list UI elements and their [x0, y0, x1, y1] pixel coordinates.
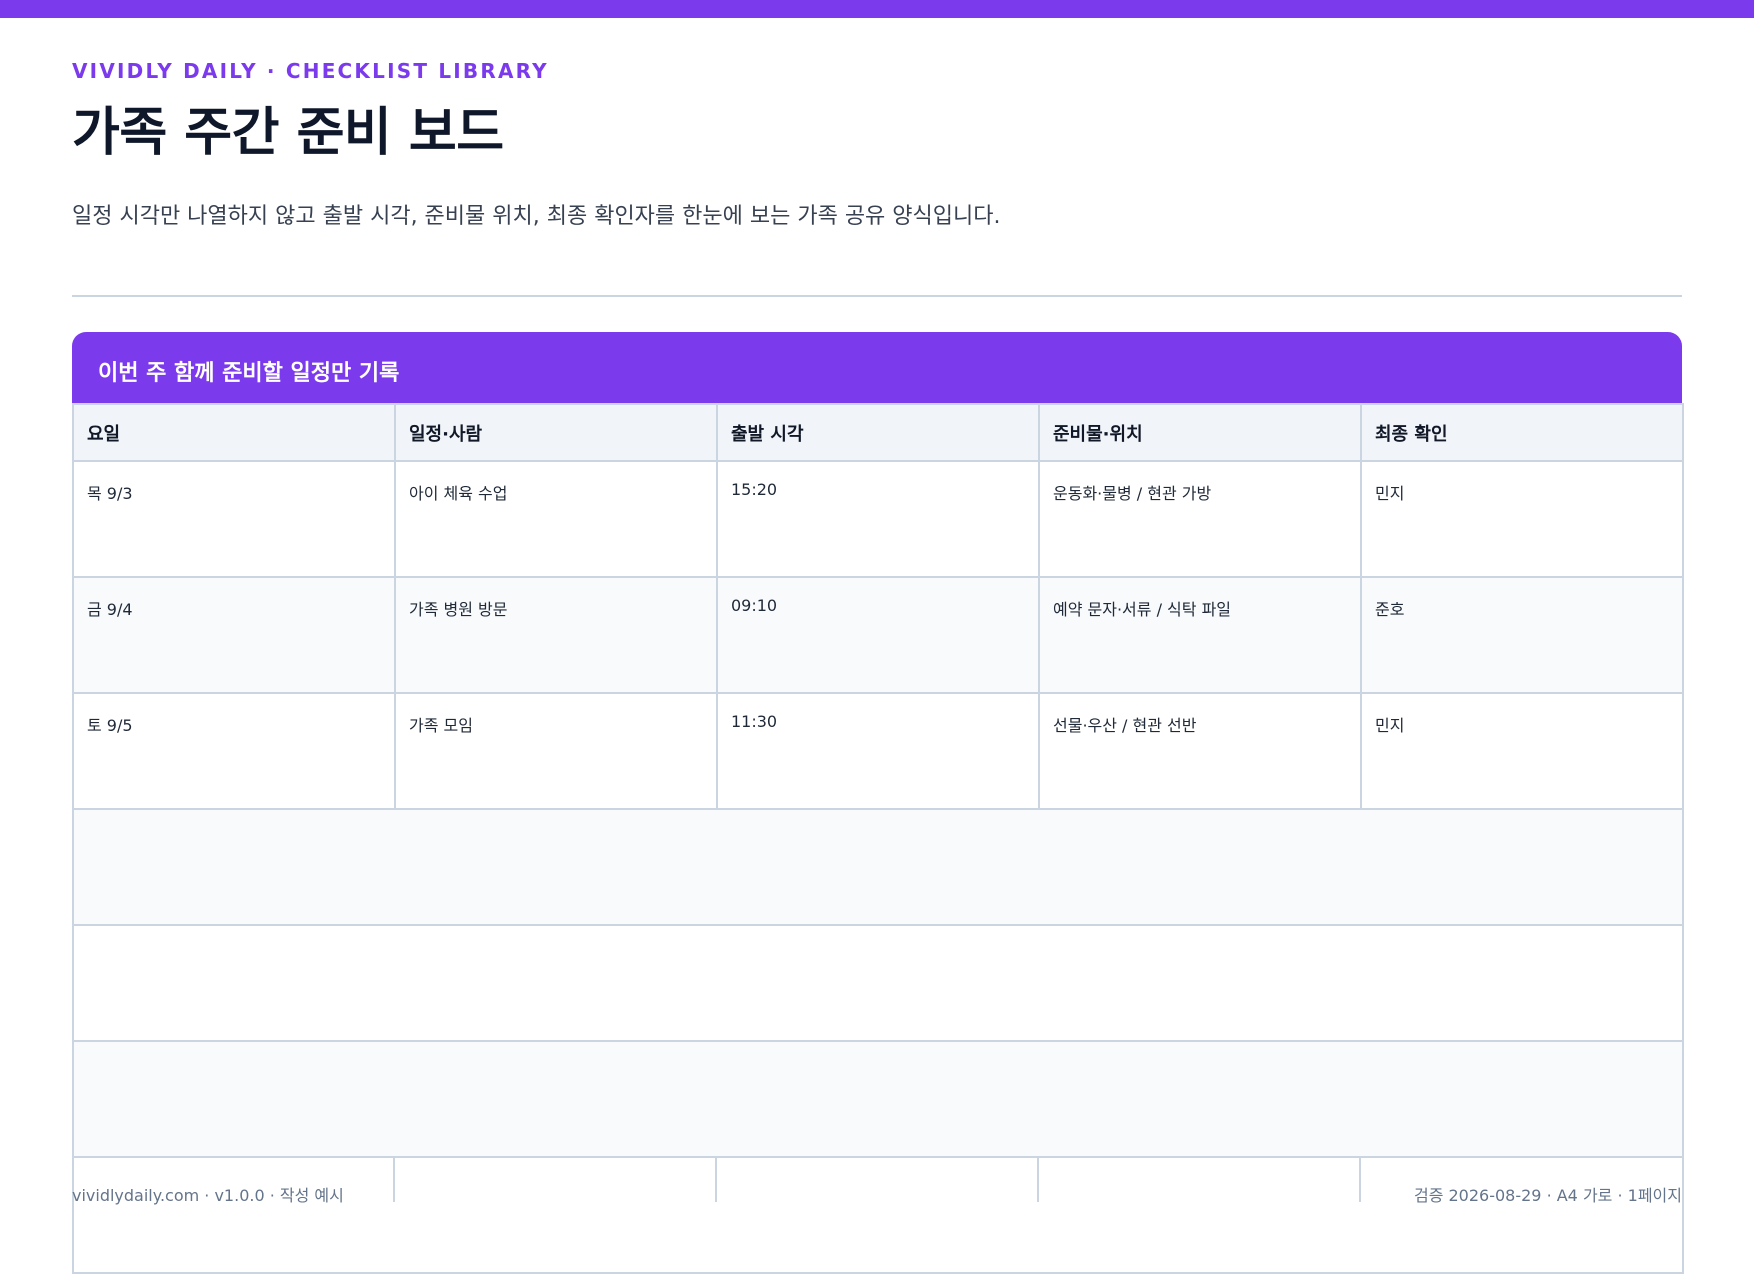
column-guide-line — [1037, 1158, 1039, 1202]
schedule-table: 요일 일정·사람 출발 시각 준비물·위치 최종 확인 목 9/3 아이 체육 … — [72, 403, 1684, 1274]
blank-entry-cell[interactable] — [72, 924, 1684, 1042]
cell-items-location[interactable]: 운동화·물병 / 현관 가방 — [1038, 460, 1362, 578]
header-divider — [72, 295, 1682, 297]
section-title: 이번 주 함께 준비할 일정만 기록 — [98, 361, 400, 386]
page-subtitle: 일정 시각만 나열하지 않고 출발 시각, 준비물 위치, 최종 확인자를 한눈… — [72, 204, 1001, 229]
footer-site-version: vividlydaily.com · v1.0.0 · 작성 예시 — [72, 1186, 344, 1205]
table-row: 금 9/4 가족 병원 방문 09:10 예약 문자·서류 / 식탁 파일 준호 — [72, 576, 1684, 694]
table-row: 목 9/3 아이 체육 수업 15:20 운동화·물병 / 현관 가방 민지 — [72, 460, 1684, 578]
column-header-items-location: 준비물·위치 — [1038, 403, 1362, 462]
table-row-blank — [72, 808, 1684, 926]
column-header-event-person: 일정·사람 — [394, 403, 718, 462]
cell-day[interactable]: 목 9/3 — [72, 460, 396, 578]
cell-day[interactable]: 토 9/5 — [72, 692, 396, 810]
cell-event-person[interactable]: 가족 모임 — [394, 692, 718, 810]
table-header-row: 요일 일정·사람 출발 시각 준비물·위치 최종 확인 — [72, 403, 1684, 462]
cell-departure-time[interactable]: 09:10 — [716, 576, 1040, 694]
cell-final-check[interactable]: 민지 — [1360, 692, 1684, 810]
column-guide-line — [715, 1158, 717, 1202]
page-title: 가족 주간 준비 보드 — [72, 103, 504, 163]
cell-departure-time[interactable]: 15:20 — [716, 460, 1040, 578]
table-row-blank — [72, 1040, 1684, 1158]
table-row-blank — [72, 924, 1684, 1042]
footer-verification: 검증 2026-08-29 · A4 가로 · 1페이지 — [1413, 1186, 1682, 1205]
table-row: 토 9/5 가족 모임 11:30 선물·우산 / 현관 선반 민지 — [72, 692, 1684, 810]
cell-final-check[interactable]: 민지 — [1360, 460, 1684, 578]
cell-event-person[interactable]: 가족 병원 방문 — [394, 576, 718, 694]
cell-items-location[interactable]: 예약 문자·서류 / 식탁 파일 — [1038, 576, 1362, 694]
column-guide-line — [1359, 1158, 1361, 1202]
column-header-final-check: 최종 확인 — [1360, 403, 1684, 462]
cell-departure-time[interactable]: 11:30 — [716, 692, 1040, 810]
column-header-departure-time: 출발 시각 — [716, 403, 1040, 462]
blank-entry-cell[interactable] — [72, 808, 1684, 926]
brand-eyebrow: VIVIDLY DAILY · CHECKLIST LIBRARY — [72, 59, 549, 83]
column-guide-line — [393, 1158, 395, 1202]
cell-items-location[interactable]: 선물·우산 / 현관 선반 — [1038, 692, 1362, 810]
top-accent-bar — [0, 0, 1754, 18]
cell-day[interactable]: 금 9/4 — [72, 576, 396, 694]
section-header: 이번 주 함께 준비할 일정만 기록 — [72, 332, 1682, 403]
cell-event-person[interactable]: 아이 체육 수업 — [394, 460, 718, 578]
column-header-day: 요일 — [72, 403, 396, 462]
cell-final-check[interactable]: 준호 — [1360, 576, 1684, 694]
blank-entry-cell[interactable] — [72, 1040, 1684, 1158]
